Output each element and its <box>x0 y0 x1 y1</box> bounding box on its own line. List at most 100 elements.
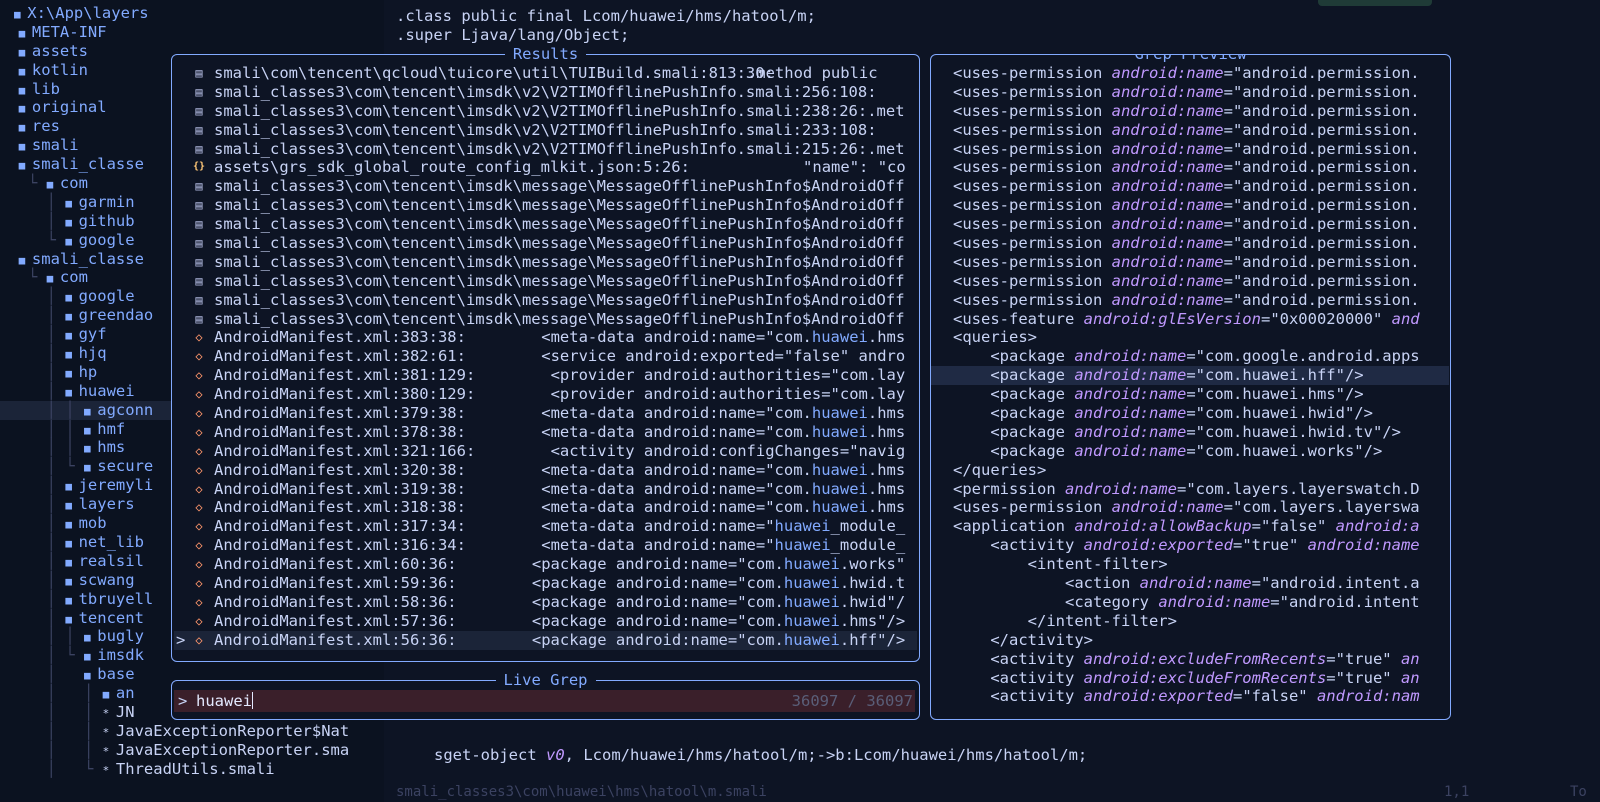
xml-attr: android:exported <box>1083 536 1233 555</box>
xml-attr: android:name <box>1307 536 1420 555</box>
xml-tag: <uses-permission <box>953 82 1112 101</box>
xml-attr: android:name <box>1111 252 1224 271</box>
result-row[interactable]: ◇ AndroidManifest.xml:382:61: <service and… <box>174 347 917 366</box>
xml-file-icon: ◇ <box>195 500 203 515</box>
xml-file-icon: ◇ <box>195 557 203 572</box>
preview-line: <intent-filter> <box>931 555 1449 574</box>
result-row[interactable]: ◇ AndroidManifest.xml:380:129: <provider a… <box>174 385 917 404</box>
json-file-icon: {} <box>192 161 206 173</box>
result-row[interactable]: ▤ smali_classes3\com\tencent\imsdk\messag… <box>174 196 917 215</box>
xml-eq: = <box>1223 290 1233 309</box>
result-path: AndroidManifest.xml:60:36: <box>214 555 457 574</box>
result-row[interactable]: ◇ AndroidManifest.xml:383:38: <meta-data a… <box>174 328 917 347</box>
result-row[interactable]: ◇ AndroidManifest.xml:318:38: <meta-data a… <box>174 498 917 517</box>
result-row[interactable]: ▤ smali_classes3\com\tencent\imsdk\messag… <box>174 310 917 329</box>
tree-item-label: hms <box>97 438 126 457</box>
tree-guide: │ │ <box>46 740 103 759</box>
result-row[interactable]: ▤ smali_classes3\com\tencent\imsdk\v2\V2T… <box>174 83 917 102</box>
preview-line: </activity> <box>931 631 1449 650</box>
preview-content[interactable]: <uses-permission android:name="android.p… <box>931 64 1449 706</box>
result-row[interactable]: ▤ smali_classes3\com\tencent\imsdk\v2\V2T… <box>174 121 917 140</box>
result-row[interactable]: ◇ AndroidManifest.xml:60:36: <package andr… <box>174 555 917 574</box>
result-row[interactable]: ◇ AndroidManifest.xml:59:36: <package andr… <box>174 574 917 593</box>
result-row[interactable]: {} assets\grs_sdk_global_route_config_mlk… <box>174 158 917 177</box>
result-path: smali_classes3\com\tencent\imsdk\v2\V2TI… <box>214 139 905 158</box>
tree-item[interactable]: │ │ * JavaExceptionReporter.sma <box>0 741 384 760</box>
match-count: 36097 / 36097 <box>791 692 913 710</box>
grep-preview-title: Grep Preview <box>1126 55 1255 63</box>
result-row[interactable]: ▤ smali\com\tencent\qcloud\tuicore\util\T… <box>174 64 917 83</box>
preview-line: <uses-permission android:name="android.p… <box>931 102 1449 121</box>
xml-eq: = <box>1326 649 1336 668</box>
result-match-text: <meta-data android:name="com.huawei.hms <box>541 423 905 442</box>
xml-eq: = <box>1232 687 1243 706</box>
result-row[interactable]: ◇ AndroidManifest.xml:316:34: <meta-data a… <box>174 536 917 555</box>
match-text: .works" <box>839 555 906 574</box>
xml-eq: = <box>1223 498 1233 517</box>
tree-item[interactable]: ■ META-INF <box>0 23 384 42</box>
xml-string: "android.intent <box>1279 592 1420 611</box>
xml-string: "android.permission. <box>1232 290 1420 309</box>
tree-item[interactable]: ■ X:\App\layers <box>0 4 384 23</box>
result-row[interactable]: ▤ smali_classes3\com\tencent\imsdk\v2\V2T… <box>174 140 917 159</box>
xml-file-icon: ◇ <box>195 462 203 477</box>
result-row[interactable]: ◇ AndroidManifest.xml:379:38: <meta-data a… <box>174 404 917 423</box>
file-icon: ▤ <box>195 217 203 232</box>
result-match-text: <provider android:authorities="com.lay <box>551 385 906 404</box>
xml-tag: <uses-feature <box>953 309 1084 328</box>
folder-icon: ■ <box>65 366 79 380</box>
result-row[interactable]: ▤ smali_classes3\com\tencent\imsdk\messag… <box>174 291 917 310</box>
result-row[interactable]: ◇ AndroidManifest.xml:319:38: <meta-data a… <box>174 480 917 499</box>
xml-tag: <uses-permission <box>953 196 1112 215</box>
file-icon: ▤ <box>195 103 203 118</box>
result-row[interactable]: ▤ smali_classes3\com\tencent\imsdk\messag… <box>174 272 917 291</box>
result-path: AndroidManifest.xml:316:34: <box>214 536 466 555</box>
xml-eq: = <box>1186 422 1196 441</box>
tree-item-label: smali <box>31 136 79 155</box>
result-row[interactable]: ◇ AndroidManifest.xml:57:36: <package andr… <box>174 612 917 631</box>
preview-line: </intent-filter> <box>931 612 1449 631</box>
preview-line: <permission android:name="com.layers.lay… <box>931 480 1449 499</box>
result-row[interactable]: ▤ smali_classes3\com\tencent\imsdk\v2\V2T… <box>174 102 917 121</box>
folder-icon: ■ <box>65 574 79 588</box>
result-row[interactable]: > ◇ AndroidManifest.xml:56:36: <package and… <box>174 630 917 650</box>
result-row[interactable]: ▤ smali_classes3\com\tencent\imsdk\messag… <box>174 253 917 272</box>
status-line: smali_classes3\com\huawei\hms\hatool\m.s… <box>384 782 1600 802</box>
result-path: smali_classes3\com\tencent\imsdk\message… <box>214 290 905 309</box>
results-list[interactable]: ▤ smali\com\tencent\qcloud\tuicore\util\T… <box>174 64 917 650</box>
result-row[interactable]: ◇ AndroidManifest.xml:321:166: <activity a… <box>174 442 917 461</box>
tree-item-label: com <box>59 268 88 287</box>
result-row[interactable]: ▤ smali_classes3\com\tencent\imsdk\messag… <box>174 215 917 234</box>
result-row[interactable]: ◇ AndroidManifest.xml:381:129: <provider a… <box>174 366 917 385</box>
tree-item-label: X:\App\layers <box>27 4 149 22</box>
tree-item[interactable]: │ └ * ThreadUtils.smali <box>0 760 384 779</box>
result-row[interactable]: ▤ smali_classes3\com\tencent\imsdk\messag… <box>174 177 917 196</box>
xml-eq: = <box>1223 215 1233 234</box>
result-row[interactable]: ▤ smali_classes3\com\tencent\imsdk\messag… <box>174 234 917 253</box>
live-grep-input[interactable]: huawei <box>196 690 253 712</box>
match-text: _module_ <box>830 517 906 536</box>
match-text: <meta-data android:name="com. <box>541 498 812 517</box>
tree-item[interactable]: │ │ * JavaExceptionReporter$Nat <box>0 722 384 741</box>
folder-icon: ■ <box>65 385 79 399</box>
result-row[interactable]: ◇ AndroidManifest.xml:317:34: <meta-data a… <box>174 517 917 536</box>
result-row[interactable]: ◇ AndroidManifest.xml:320:38: <meta-data a… <box>174 461 917 480</box>
result-row[interactable]: ◇ AndroidManifest.xml:58:36: <package andr… <box>174 593 917 612</box>
result-row[interactable]: ◇ AndroidManifest.xml:378:38: <meta-data a… <box>174 423 917 442</box>
result-match-text: <meta-data android:name="com.huawei.hms <box>541 498 905 517</box>
file-icon: * <box>102 763 116 777</box>
xml-file-icon: ◇ <box>195 349 203 364</box>
folder-icon: ■ <box>65 234 79 248</box>
preview-line: <uses-permission android:name="android.p… <box>931 83 1449 102</box>
selection-caret-icon: > <box>176 630 186 649</box>
preview-line: <uses-feature android:glEsVersion="0x000… <box>931 310 1449 329</box>
